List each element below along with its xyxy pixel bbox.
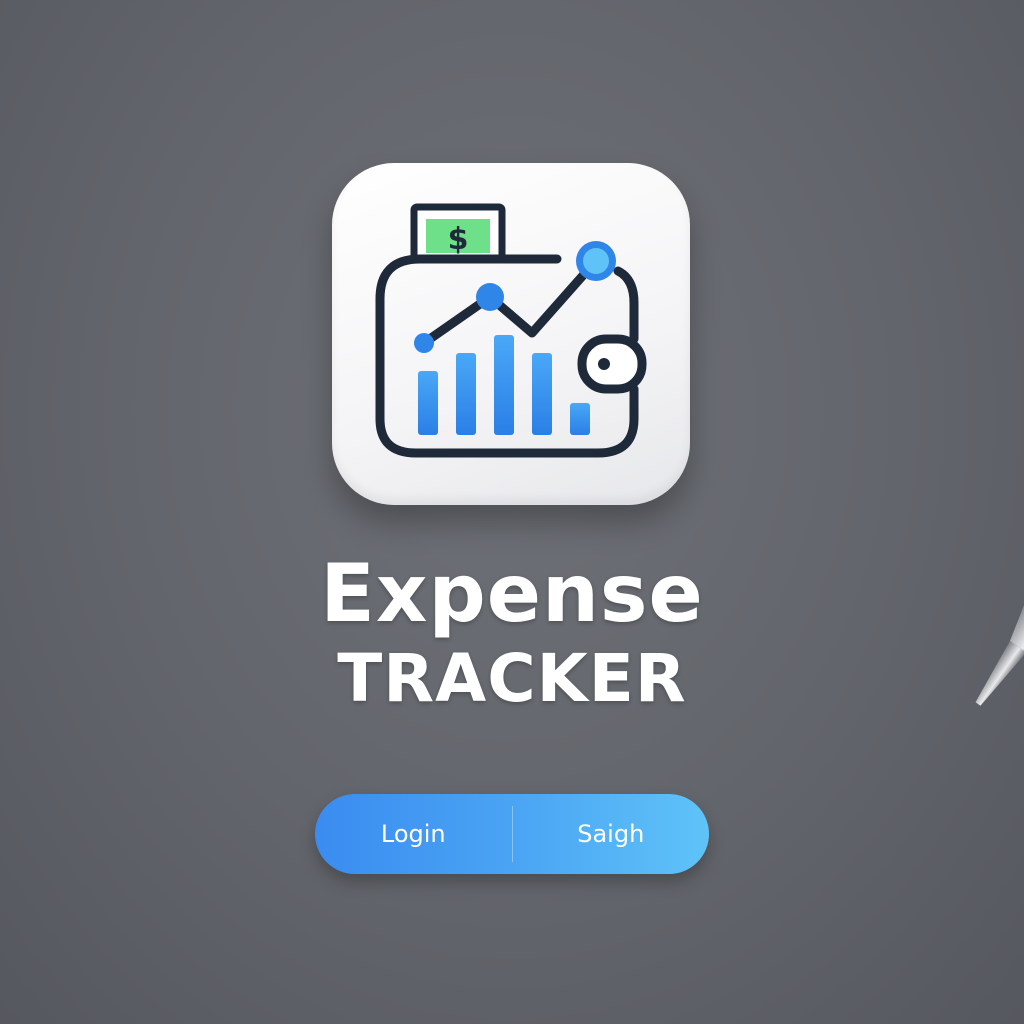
app-title-line-2: TRACKER	[337, 640, 687, 717]
dollar-sign: $	[448, 222, 469, 257]
login-button[interactable]: Login	[315, 794, 512, 874]
app-icon[interactable]: $	[332, 163, 690, 505]
signup-button[interactable]: Saigh	[513, 794, 710, 874]
bar-chart-icon	[418, 335, 590, 435]
wallet-chart-icon: $	[375, 203, 647, 458]
banknote-icon: $	[410, 203, 506, 263]
wallet-clasp	[577, 334, 647, 394]
app-title-line-1: Expense	[320, 547, 704, 640]
auth-button-group: Login Saigh	[315, 794, 709, 874]
